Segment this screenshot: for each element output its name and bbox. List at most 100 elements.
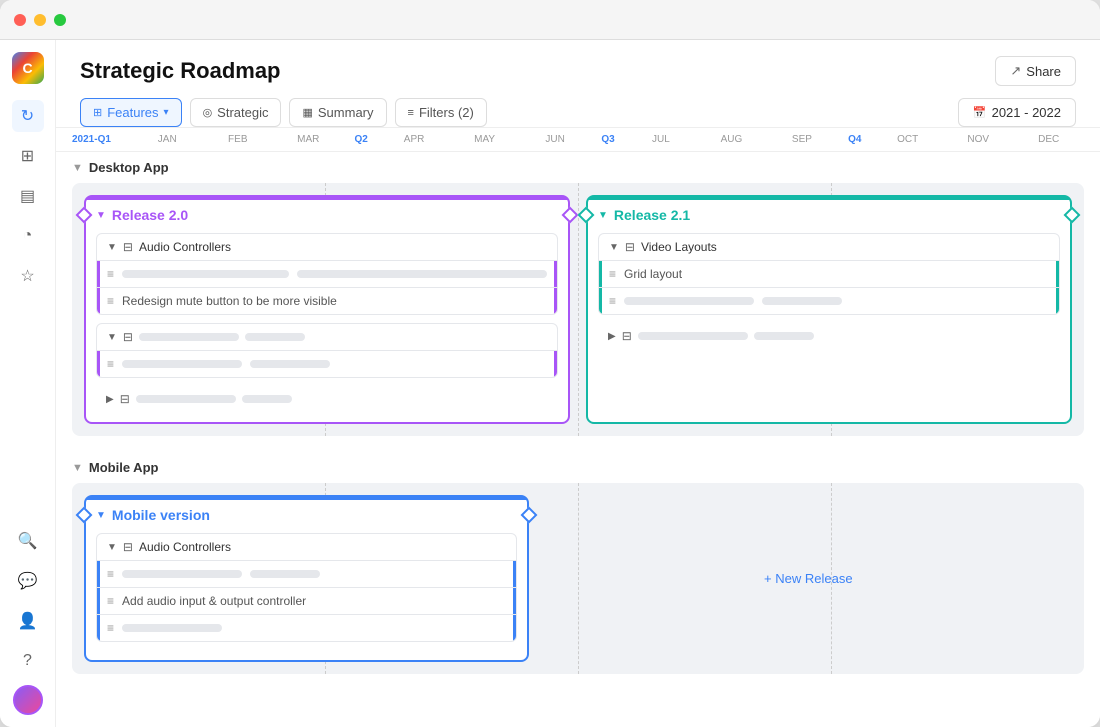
list-icon: ≡ (609, 267, 616, 281)
right-bar (513, 615, 516, 641)
chevron-down-icon: ▼ (609, 242, 619, 253)
release-top-bar-purple (86, 197, 568, 200)
feature-item[interactable]: ≡ Redesign mute button to be more visibl… (97, 287, 557, 314)
month-jun: JUN (520, 134, 591, 145)
sidebar-chat-icon[interactable]: 💬 (12, 565, 44, 597)
avatar[interactable] (13, 685, 43, 715)
skeleton-row (139, 333, 547, 341)
dashed-line-2 (578, 183, 579, 436)
tab-summary[interactable]: ▦ Summary (289, 98, 386, 127)
left-bar (97, 615, 100, 641)
group-mobile-app-header[interactable]: ▼ Mobile App (56, 452, 1100, 483)
skeleton-line (122, 624, 222, 632)
top-bar-row1: Strategic Roadmap ↗ Share (80, 56, 1076, 86)
skeleton-line (250, 570, 320, 578)
close-button[interactable] (14, 14, 26, 26)
feature-item[interactable]: ≡ (97, 560, 516, 587)
minimize-button[interactable] (34, 14, 46, 26)
feature-group-icon: ⊟ (123, 330, 133, 344)
feature-group-2: ▼ ⊟ ≡ (96, 323, 558, 378)
feature-group-icon: ⊟ (625, 240, 635, 254)
right-bar (554, 288, 557, 314)
skeleton-line (250, 360, 330, 368)
feature-item[interactable]: ≡ (599, 287, 1059, 314)
feature-group-header[interactable]: ▼ ⊟ Audio Controllers (97, 234, 557, 260)
quarter-q3: Q3 (590, 134, 625, 145)
calendar-range-icon: 📅 (973, 106, 987, 119)
skeleton-content (122, 570, 506, 578)
chevron-icon: ▼ (96, 210, 106, 221)
feature-group-audio-controllers: ▼ ⊟ Audio Controllers ≡ (96, 233, 558, 315)
feature-group-3-collapsed[interactable]: ▶ ⊟ (96, 386, 558, 412)
feature-group-header[interactable]: ▼ ⊟ Audio Controllers (97, 534, 516, 560)
release-2-0-header: ▼ Release 2.0 (96, 207, 558, 223)
release-mobile-header: ▼ Mobile version (96, 507, 517, 523)
sidebar-question-icon[interactable]: ? (12, 645, 44, 677)
feature-group-2-collapsed[interactable]: ▶ ⊟ (598, 323, 1060, 349)
skeleton-line (122, 270, 289, 278)
year-button[interactable]: 📅 2021 - 2022 (958, 98, 1076, 127)
left-bar (97, 561, 100, 587)
feature-item[interactable]: ≡ Add audio input & output controller (97, 587, 516, 614)
sidebar-item-star[interactable]: ☆ (12, 260, 44, 292)
app-body: C ↻ ⊞ ▤ ◔ ☆ 🔍 💬 👤 ? Strategic Roadmap ↗ (0, 40, 1100, 727)
list-icon: ≡ (107, 594, 114, 608)
feature-group-label: Video Layouts (641, 240, 717, 254)
new-release-button[interactable]: + New Release (756, 563, 861, 594)
diamond-right-blue (520, 507, 537, 524)
timeline-area[interactable]: 2021-Q1 JAN FEB MAR Q2 APR MAY JUN Q3 JU… (56, 128, 1100, 727)
diamond-right-teal (1064, 207, 1081, 224)
tab-features[interactable]: ⊞ Features ▾ (80, 98, 182, 127)
right-bar (554, 261, 557, 287)
feature-item[interactable]: ≡ (97, 614, 516, 641)
feature-group-icon: ⊟ (622, 329, 632, 343)
share-button[interactable]: ↗ Share (995, 56, 1076, 86)
month-mar: MAR (273, 134, 344, 145)
skeleton-content (122, 270, 547, 278)
list-icon: ≡ (107, 267, 114, 281)
chevron-right-icon: ▶ (106, 394, 114, 405)
month-nov: NOV (943, 134, 1014, 145)
diamond-left-purple (76, 207, 93, 224)
sidebar-item-layers[interactable]: ▤ (12, 180, 44, 212)
main-content: Strategic Roadmap ↗ Share ⊞ Features ▾ ◎… (56, 40, 1100, 727)
right-bar (1056, 261, 1059, 287)
group-desktop-app: ▼ Desktop App (56, 152, 1100, 436)
list-icon: ≡ (107, 294, 114, 308)
skeleton-line (242, 395, 292, 403)
list-icon: ≡ (107, 567, 114, 581)
sidebar-item-roadmap[interactable]: ↻ (12, 100, 44, 132)
maximize-button[interactable] (54, 14, 66, 26)
group-desktop-app-header[interactable]: ▼ Desktop App (56, 152, 1100, 183)
skeleton-line (139, 333, 239, 341)
sidebar-search-icon[interactable]: 🔍 (12, 525, 44, 557)
left-bar (97, 588, 100, 614)
sidebar-item-clock[interactable]: ◔ (12, 220, 44, 252)
tab-strategic[interactable]: ◎ Strategic (190, 98, 282, 127)
feature-item[interactable]: ≡ Grid layout (599, 260, 1059, 287)
chevron-down-icon: ▾ (164, 107, 169, 118)
feature-group-2-header[interactable]: ▼ ⊟ (97, 324, 557, 350)
left-bar (97, 351, 100, 377)
app-logo: C (12, 52, 44, 84)
calendar-icon: ▦ (302, 106, 312, 119)
skeleton-line (638, 332, 748, 340)
sidebar: C ↻ ⊞ ▤ ◔ ☆ 🔍 💬 👤 ? (0, 40, 56, 727)
feature-group-label: Audio Controllers (139, 540, 231, 554)
mobile-releases-area: ▼ Mobile version ▼ ⊟ Audio Controllers (72, 483, 1084, 674)
timeline-header: 2021-Q1 JAN FEB MAR Q2 APR MAY JUN Q3 JU… (56, 128, 1100, 152)
feature-group-header[interactable]: ▼ ⊟ Video Layouts (599, 234, 1059, 260)
right-bar (513, 561, 516, 587)
chevron-down-icon: ▼ (107, 542, 117, 553)
diamond-left-blue (76, 507, 93, 524)
release-top-bar-blue (86, 497, 527, 500)
sidebar-person-icon[interactable]: 👤 (12, 605, 44, 637)
feature-item[interactable]: ≡ (97, 350, 557, 377)
skeleton-content (122, 360, 547, 368)
sidebar-item-grid[interactable]: ⊞ (12, 140, 44, 172)
dashed-line-3 (831, 483, 832, 674)
chevron-right-icon: ▶ (608, 331, 616, 342)
filters-button[interactable]: ≡ Filters (2) (395, 98, 487, 127)
group-label: Desktop App (89, 160, 169, 175)
feature-item[interactable]: ≡ (97, 260, 557, 287)
